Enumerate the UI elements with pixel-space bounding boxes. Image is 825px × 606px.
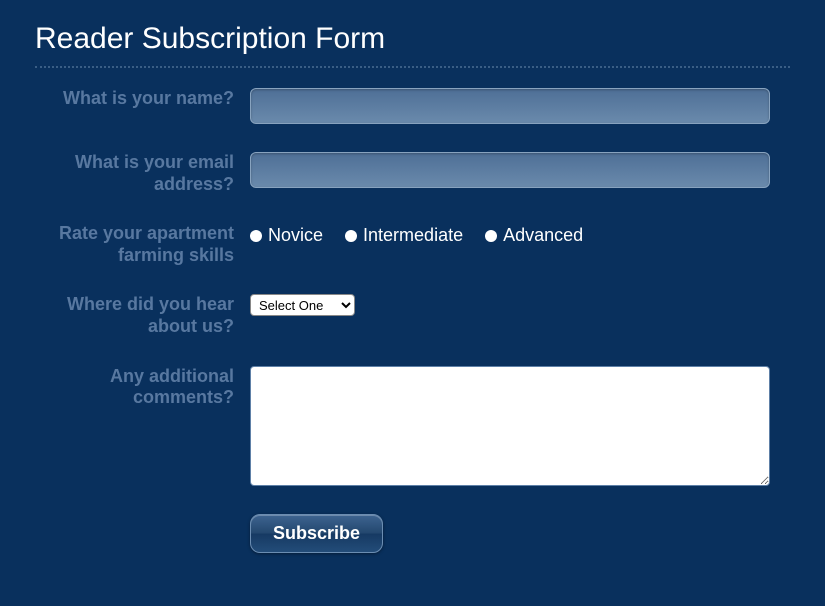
radio-dot-icon	[250, 230, 262, 242]
skills-label: Rate your apartment farming skills	[35, 223, 250, 266]
name-input[interactable]	[250, 88, 770, 124]
radio-intermediate-label: Intermediate	[363, 225, 463, 246]
name-label: What is your name?	[35, 88, 250, 110]
comments-label: Any additional comments?	[35, 366, 250, 409]
skills-radio-group: Novice Intermediate Advanced	[250, 223, 583, 246]
source-select[interactable]: Select One	[250, 294, 355, 316]
subscribe-button[interactable]: Subscribe	[250, 514, 383, 553]
radio-novice[interactable]: Novice	[250, 225, 323, 246]
radio-dot-icon	[345, 230, 357, 242]
comments-textarea[interactable]	[250, 366, 770, 486]
email-input[interactable]	[250, 152, 770, 188]
radio-advanced-label: Advanced	[503, 225, 583, 246]
source-label: Where did you hear about us?	[35, 294, 250, 337]
email-label: What is your email address?	[35, 152, 250, 195]
radio-dot-icon	[485, 230, 497, 242]
radio-advanced[interactable]: Advanced	[485, 225, 583, 246]
radio-intermediate[interactable]: Intermediate	[345, 225, 463, 246]
radio-novice-label: Novice	[268, 225, 323, 246]
page-title: Reader Subscription Form	[35, 22, 790, 68]
subscription-form: What is your name? What is your email ad…	[35, 88, 790, 553]
